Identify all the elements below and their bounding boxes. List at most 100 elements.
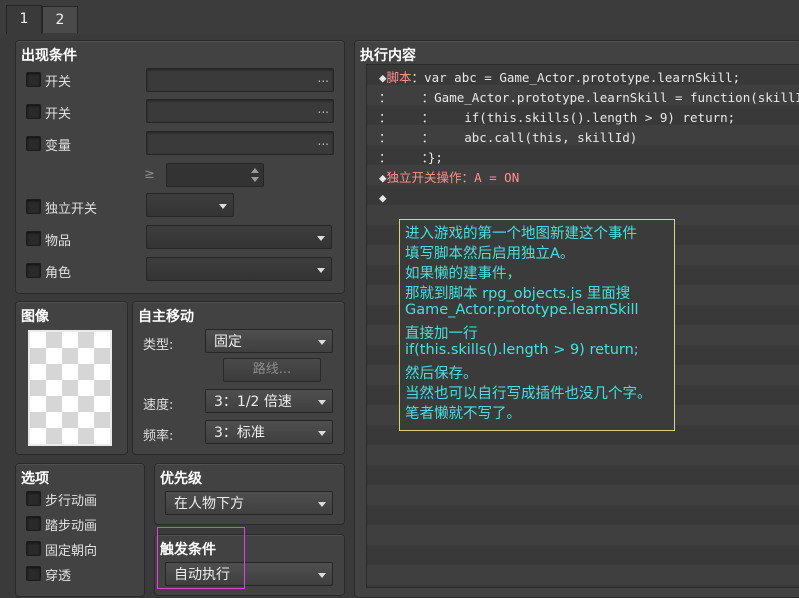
switch1-field[interactable]: ... [146,68,334,92]
route-button[interactable]: 路线... [223,358,321,382]
note-line: 当然也可以自行写成插件也没几个字。 [405,386,652,402]
command-sep: ： [421,110,435,125]
tab-page-2[interactable]: 2 [42,6,78,33]
command-line[interactable]: ： ：Game_Actor.prototype.learnSkill = fun… [379,88,799,108]
switch1-label: 开关 [45,75,72,90]
chevron-down-icon [219,204,227,209]
switch1-checkbox[interactable] [26,72,41,87]
note-line: 然后保存。 [405,366,478,382]
tab-page-1[interactable]: 1 [6,5,42,34]
variable-label: 变量 [45,139,72,154]
through-label: 穿透 [45,569,72,584]
command-text: }; [427,150,443,165]
priority-panel: 优先级 在人物下方 [154,463,345,525]
note-line: 如果懒的建事件， [405,266,521,282]
options-panel: 选项 步行动画 踏步动画 固定朝向 穿透 [15,463,145,597]
command-text: abc.call(this, skillId) [434,130,638,145]
move-type-value: 固定 [214,334,242,350]
switch2-checkbox[interactable] [26,104,41,119]
note-line: 那就到脚本 rpg_objects.js 里面搜 [405,286,631,302]
auto-move-panel: 自主移动 类型: 固定 路线... 速度: 3：1/2 倍速 频率: 3：标准 [132,301,345,455]
self-switch-select[interactable] [146,193,234,217]
direction-fix-checkbox[interactable] [26,541,41,556]
switch2-label: 开关 [45,107,72,122]
command-label [392,150,422,165]
move-freq-label: 频率: [143,429,174,444]
options-title: 选项 [21,471,49,487]
move-speed-select[interactable]: 3：1/2 倍速 [205,389,333,413]
chevron-down-icon [318,573,326,578]
actor-label: 角色 [45,266,72,281]
note-line: 填写脚本然后启用独立A。 [405,246,575,262]
item-checkbox[interactable] [26,231,41,246]
command-label: 独立开关操作 [386,170,462,185]
command-line[interactable]: ◆独立开关操作：A = ON [379,168,519,188]
actor-select[interactable] [146,257,332,281]
move-freq-value: 3：标准 [214,425,265,441]
command-label [392,110,422,125]
annotation-note: 进入游戏的第一个地图新建这个事件 填写脚本然后启用独立A。 如果懒的建事件， 那… [399,219,675,431]
variable-value-spinner[interactable] [166,163,264,187]
item-label: 物品 [45,234,72,249]
actor-checkbox[interactable] [26,263,41,278]
note-line: 笔者懒就不写了。 [405,406,521,422]
command-bullet: ◆ [379,70,387,85]
spin-down-icon[interactable] [251,177,259,182]
auto-move-title: 自主移动 [138,309,194,325]
chevron-down-icon [318,340,326,345]
command-bullet: ： [379,90,392,105]
through-checkbox[interactable] [26,566,41,581]
command-bullet: ： [379,150,392,165]
note-line: if(this.skills().length > 9) return; [405,342,639,358]
command-line[interactable]: ◆ [379,188,387,208]
image-title: 图像 [21,309,49,325]
command-label [392,130,422,145]
command-bullet: ◆ [379,190,387,205]
gte-symbol: ≥ [144,167,155,182]
command-text: var abc = Game_Actor.prototype.learnSkil… [424,70,741,85]
chevron-down-icon [318,431,326,436]
stepping-anim-checkbox[interactable] [26,516,41,531]
chevron-down-icon [318,400,326,405]
chevron-down-icon [317,236,325,241]
self-switch-label: 独立开关 [45,202,98,217]
move-type-select[interactable]: 固定 [205,329,333,353]
command-sep: ： [411,70,425,85]
walking-anim-label: 步行动画 [45,494,98,509]
note-line: 直接加一行 [405,326,478,342]
chevron-down-icon [318,502,326,507]
chevron-down-icon [317,268,325,273]
tab-bar: 1 2 [0,0,799,34]
walking-anim-checkbox[interactable] [26,491,41,506]
direction-fix-label: 固定朝向 [45,544,98,559]
conditions-title: 出现条件 [21,48,77,64]
switch2-field[interactable]: ... [146,99,334,123]
command-text: A = ON [474,170,520,185]
variable-checkbox[interactable] [26,136,41,151]
command-line[interactable]: ： ： if(this.skills().length > 9) return; [379,108,735,128]
command-line[interactable]: ： ： abc.call(this, skillId) [379,128,637,148]
switch2-browse-icon[interactable]: ... [318,102,329,116]
event-image-preview[interactable] [28,330,112,446]
command-line[interactable]: ◆脚本：var abc = Game_Actor.prototype.learn… [379,68,740,88]
self-switch-checkbox[interactable] [26,199,41,214]
stepping-anim-label: 踏步动画 [45,519,98,534]
command-bullet: ： [379,130,392,145]
move-speed-label: 速度: [143,398,174,413]
command-line[interactable]: ： ：}; [379,148,443,168]
variable-field[interactable]: ... [146,131,334,155]
spin-up-icon[interactable] [251,168,259,173]
item-select[interactable] [146,225,332,249]
switch1-browse-icon[interactable]: ... [318,71,329,85]
note-line: Game_Actor.prototype.learnSkill [405,302,639,318]
command-text: Game_Actor.prototype.learnSkill = functi… [434,90,799,105]
priority-value: 在人物下方 [174,496,244,512]
variable-browse-icon[interactable]: ... [318,134,329,148]
move-freq-select[interactable]: 3：标准 [205,420,333,444]
conditions-panel: 出现条件 开关 ... 开关 ... 变量 ... ≥ 独立开关 物品 角色 [15,40,345,294]
command-sep: ： [421,130,435,145]
command-label [392,90,422,105]
command-sep: ： [421,90,435,105]
priority-select[interactable]: 在人物下方 [165,491,333,515]
command-bullet: ： [379,110,392,125]
